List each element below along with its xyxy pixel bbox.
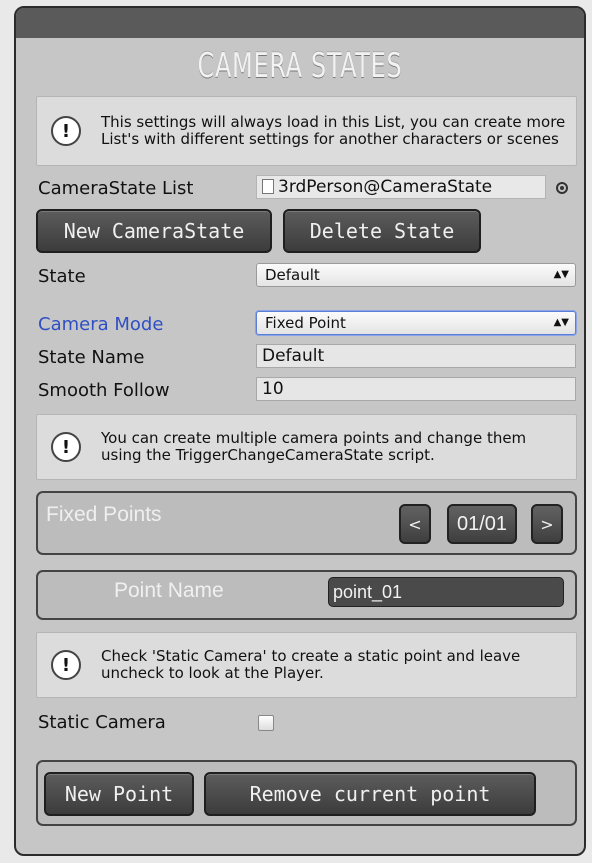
static-camera-label: Static Camera: [38, 712, 166, 733]
info-icon: !: [51, 116, 81, 146]
panel-header-bar: [16, 8, 584, 38]
chevron-left-icon: <: [408, 514, 422, 534]
static-camera-info-text: Check 'Static Camera' to create a static…: [101, 647, 521, 682]
camera-points-info-box: ! You can create multiple camera points …: [36, 414, 577, 480]
smooth-follow-label: Smooth Follow: [38, 380, 170, 401]
state-name-label: State Name: [38, 347, 145, 368]
delete-state-button[interactable]: Delete State: [283, 209, 481, 253]
state-dropdown[interactable]: Default ▲▼: [256, 263, 576, 287]
panel-title: CAMERA STATES: [197, 46, 403, 86]
camera-states-panel: CAMERA STATES ! This settings will alway…: [14, 6, 586, 856]
camera-state-list-field[interactable]: 3rdPerson@CameraState: [256, 175, 546, 199]
list-info-box: ! This settings will always load in this…: [36, 96, 577, 166]
point-name-input[interactable]: point_01: [328, 577, 564, 607]
info-icon: !: [51, 650, 81, 680]
dropdown-arrows-icon: ▲▼: [553, 269, 569, 280]
chevron-right-icon: >: [540, 514, 554, 534]
static-camera-checkbox[interactable]: [258, 715, 274, 731]
fixed-points-title: Fixed Points: [46, 503, 162, 526]
next-point-button[interactable]: >: [531, 504, 563, 544]
static-camera-info-box: ! Check 'Static Camera' to create a stat…: [36, 632, 577, 698]
fixed-points-group: Fixed Points < 01/01 >: [36, 491, 577, 555]
camera-state-list-label: CameraState List: [38, 178, 194, 199]
camera-mode-label: Camera Mode: [38, 314, 164, 335]
point-counter: 01/01: [447, 504, 517, 544]
camera-mode-dropdown[interactable]: Fixed Point ▲▼: [256, 311, 576, 335]
remove-current-point-button[interactable]: Remove current point: [204, 772, 536, 816]
previous-point-button[interactable]: <: [399, 504, 431, 544]
point-name-label: Point Name: [114, 579, 224, 602]
state-value: Default: [265, 266, 320, 284]
object-picker-icon[interactable]: [556, 182, 568, 194]
state-label: State: [38, 266, 86, 287]
list-info-text: This settings will always load in this L…: [101, 113, 566, 148]
point-name-group: Point Name point_01: [36, 570, 577, 620]
point-actions-group: New Point Remove current point: [36, 760, 577, 826]
new-point-button[interactable]: New Point: [44, 772, 194, 816]
state-name-field[interactable]: Default: [256, 344, 576, 368]
smooth-follow-field[interactable]: 10: [256, 377, 576, 401]
dropdown-arrows-icon: ▲▼: [553, 317, 569, 328]
camera-points-info-text: You can create multiple camera points an…: [101, 429, 527, 464]
info-icon: !: [51, 432, 81, 462]
new-camera-state-button[interactable]: New CameraState: [36, 209, 272, 253]
document-icon: [262, 179, 274, 194]
camera-mode-value: Fixed Point: [265, 314, 346, 332]
camera-state-list-value: 3rdPerson@CameraState: [278, 177, 493, 197]
